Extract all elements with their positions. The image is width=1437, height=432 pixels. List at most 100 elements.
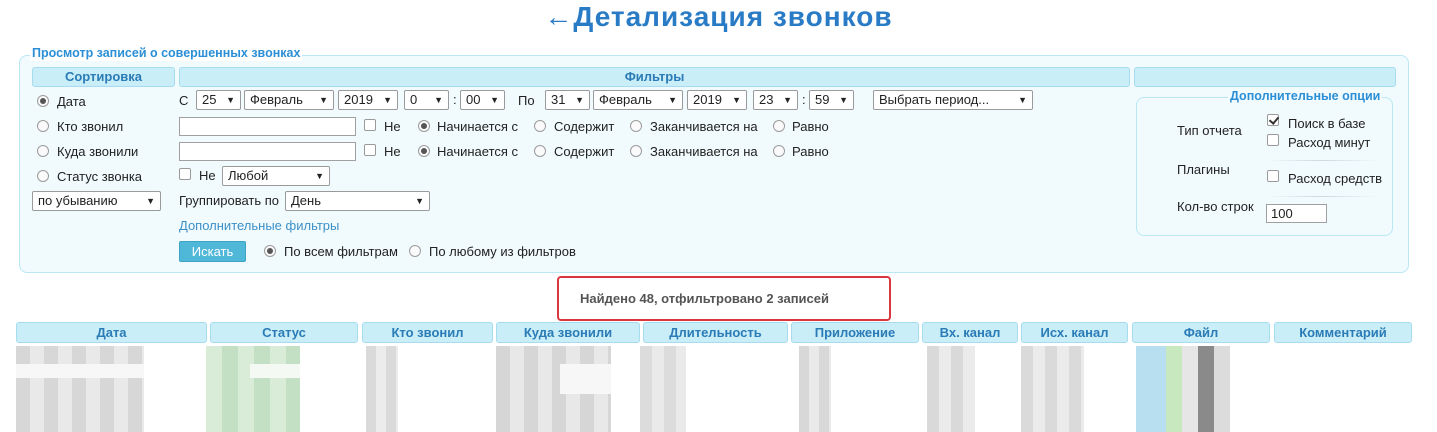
plugin-spend-checkbox[interactable] [1267, 170, 1279, 182]
period-value: Выбрать период... [879, 92, 990, 107]
column-header-file[interactable]: Файл [1132, 322, 1270, 343]
report-search-db-label: Поиск в базе [1288, 116, 1366, 131]
to-month-select[interactable]: Февраль ▼ [593, 90, 683, 110]
plugin-spend-label: Расход средств [1288, 171, 1383, 186]
callee-mode-ends-radio[interactable] [630, 145, 642, 157]
result-message: Найдено 48, отфильтровано 2 записей [557, 276, 891, 321]
status-not-checkbox[interactable] [179, 168, 191, 180]
from-hour-select[interactable]: 0 ▼ [404, 90, 449, 110]
column-header-date[interactable]: Дата [16, 322, 207, 343]
blurred-cell [16, 364, 144, 378]
from-minute-select[interactable]: 00 ▼ [460, 90, 505, 110]
caller-mode-ends-label: Заканчивается на [650, 119, 758, 134]
column-header-status[interactable]: Статус [210, 322, 358, 343]
date-from-label: С [179, 93, 189, 108]
caller-not-label: Не [384, 119, 401, 134]
callee-not-checkbox[interactable] [364, 144, 376, 156]
column-header-out-channel[interactable]: Исх. канал [1021, 322, 1128, 343]
chevron-down-icon: ▼ [575, 95, 584, 105]
chevron-down-icon: ▼ [668, 95, 677, 105]
match-any-radio[interactable] [409, 245, 421, 257]
match-any-label: По любому из фильтров [429, 244, 576, 259]
from-month-select[interactable]: Февраль ▼ [244, 90, 334, 110]
to-hour-select[interactable]: 23 ▼ [753, 90, 798, 110]
sort-caller-radio[interactable] [37, 120, 49, 132]
from-year-value: 2019 [344, 92, 373, 107]
grouping-select[interactable]: День ▼ [285, 191, 430, 211]
report-minutes-checkbox[interactable] [1267, 134, 1279, 146]
sort-status-label: Статус звонка [57, 169, 143, 184]
match-all-radio[interactable] [264, 245, 276, 257]
caller-mode-ends-radio[interactable] [630, 120, 642, 132]
caller-mode-contains-radio[interactable] [534, 120, 546, 132]
to-minute-value: 59 [815, 92, 830, 107]
blurred-cell [640, 346, 686, 432]
to-day-select[interactable]: 31 ▼ [545, 90, 590, 110]
blurred-cell [1136, 346, 1166, 432]
caller-mode-equals-radio[interactable] [773, 120, 785, 132]
time-separator: : [802, 92, 806, 107]
plugins-label: Плагины [1177, 162, 1230, 177]
chevron-down-icon: ▼ [839, 95, 848, 105]
column-header-comment[interactable]: Комментарий [1274, 322, 1412, 343]
from-day-select[interactable]: 25 ▼ [196, 90, 241, 110]
period-select[interactable]: Выбрать период... ▼ [873, 90, 1033, 110]
callee-mode-contains-radio[interactable] [534, 145, 546, 157]
to-hour-value: 23 [759, 92, 774, 107]
sort-date-label: Дата [57, 94, 86, 109]
match-all-label: По всем фильтрам [284, 244, 398, 259]
column-header-callee[interactable]: Куда звонили [496, 322, 640, 343]
column-header-in-channel[interactable]: Вх. канал [922, 322, 1018, 343]
to-minute-select[interactable]: 59 ▼ [809, 90, 854, 110]
callee-mode-equals-label: Равно [792, 144, 829, 159]
chevron-down-icon: ▼ [319, 95, 328, 105]
sort-callee-radio[interactable] [37, 145, 49, 157]
blurred-cell [16, 346, 144, 432]
sort-caller-label: Кто звонил [57, 119, 124, 134]
caller-mode-starts-radio[interactable] [418, 120, 430, 132]
caller-mode-equals-label: Равно [792, 119, 829, 134]
status-not-label: Не [199, 168, 216, 183]
status-value: Любой [228, 168, 269, 183]
time-separator: : [453, 92, 457, 107]
caller-input[interactable] [179, 117, 356, 136]
column-header-caller[interactable]: Кто звонил [362, 322, 493, 343]
status-select[interactable]: Любой ▼ [222, 166, 330, 186]
callee-not-label: Не [384, 144, 401, 159]
blurred-cell [1214, 346, 1230, 432]
caller-not-checkbox[interactable] [364, 119, 376, 131]
sort-order-select[interactable]: по убыванию ▼ [32, 191, 161, 211]
sort-order-value: по убыванию [38, 193, 118, 208]
callee-mode-ends-label: Заканчивается на [650, 144, 758, 159]
caller-mode-contains-label: Содержит [554, 119, 615, 134]
additional-filters-link[interactable]: Дополнительные фильтры [179, 218, 339, 233]
to-day-value: 31 [551, 92, 566, 107]
chevron-down-icon: ▼ [1018, 95, 1027, 105]
to-year-select[interactable]: 2019 ▼ [687, 90, 747, 110]
callee-mode-starts-radio[interactable] [418, 145, 430, 157]
search-button[interactable]: Искать [179, 241, 246, 262]
blurred-cell [560, 364, 611, 394]
report-minutes-label: Расход минут [1288, 135, 1371, 150]
report-search-db-checkbox[interactable] [1267, 114, 1279, 126]
callee-input[interactable] [179, 142, 356, 161]
blurred-cell [206, 346, 300, 432]
rows-count-input[interactable]: 100 [1266, 204, 1327, 223]
page-title: ←Детализация звонков [0, 0, 1437, 34]
sort-date-radio[interactable] [37, 95, 49, 107]
back-arrow-link[interactable]: ← [544, 1, 573, 32]
callee-mode-equals-radio[interactable] [773, 145, 785, 157]
filter-panel-legend: Просмотр записей о совершенных звонках [30, 45, 303, 61]
chevron-down-icon: ▼ [383, 95, 392, 105]
chevron-down-icon: ▼ [415, 196, 424, 206]
from-hour-value: 0 [410, 92, 418, 107]
sort-status-radio[interactable] [37, 170, 49, 182]
chevron-down-icon: ▼ [490, 95, 499, 105]
from-minute-value: 00 [466, 92, 481, 107]
column-header-duration[interactable]: Длительность [643, 322, 788, 343]
divider [1266, 160, 1378, 161]
to-month-value: Февраль [599, 92, 652, 107]
column-header-application[interactable]: Приложение [791, 322, 919, 343]
from-year-select[interactable]: 2019 ▼ [338, 90, 398, 110]
blurred-cell [250, 364, 300, 378]
